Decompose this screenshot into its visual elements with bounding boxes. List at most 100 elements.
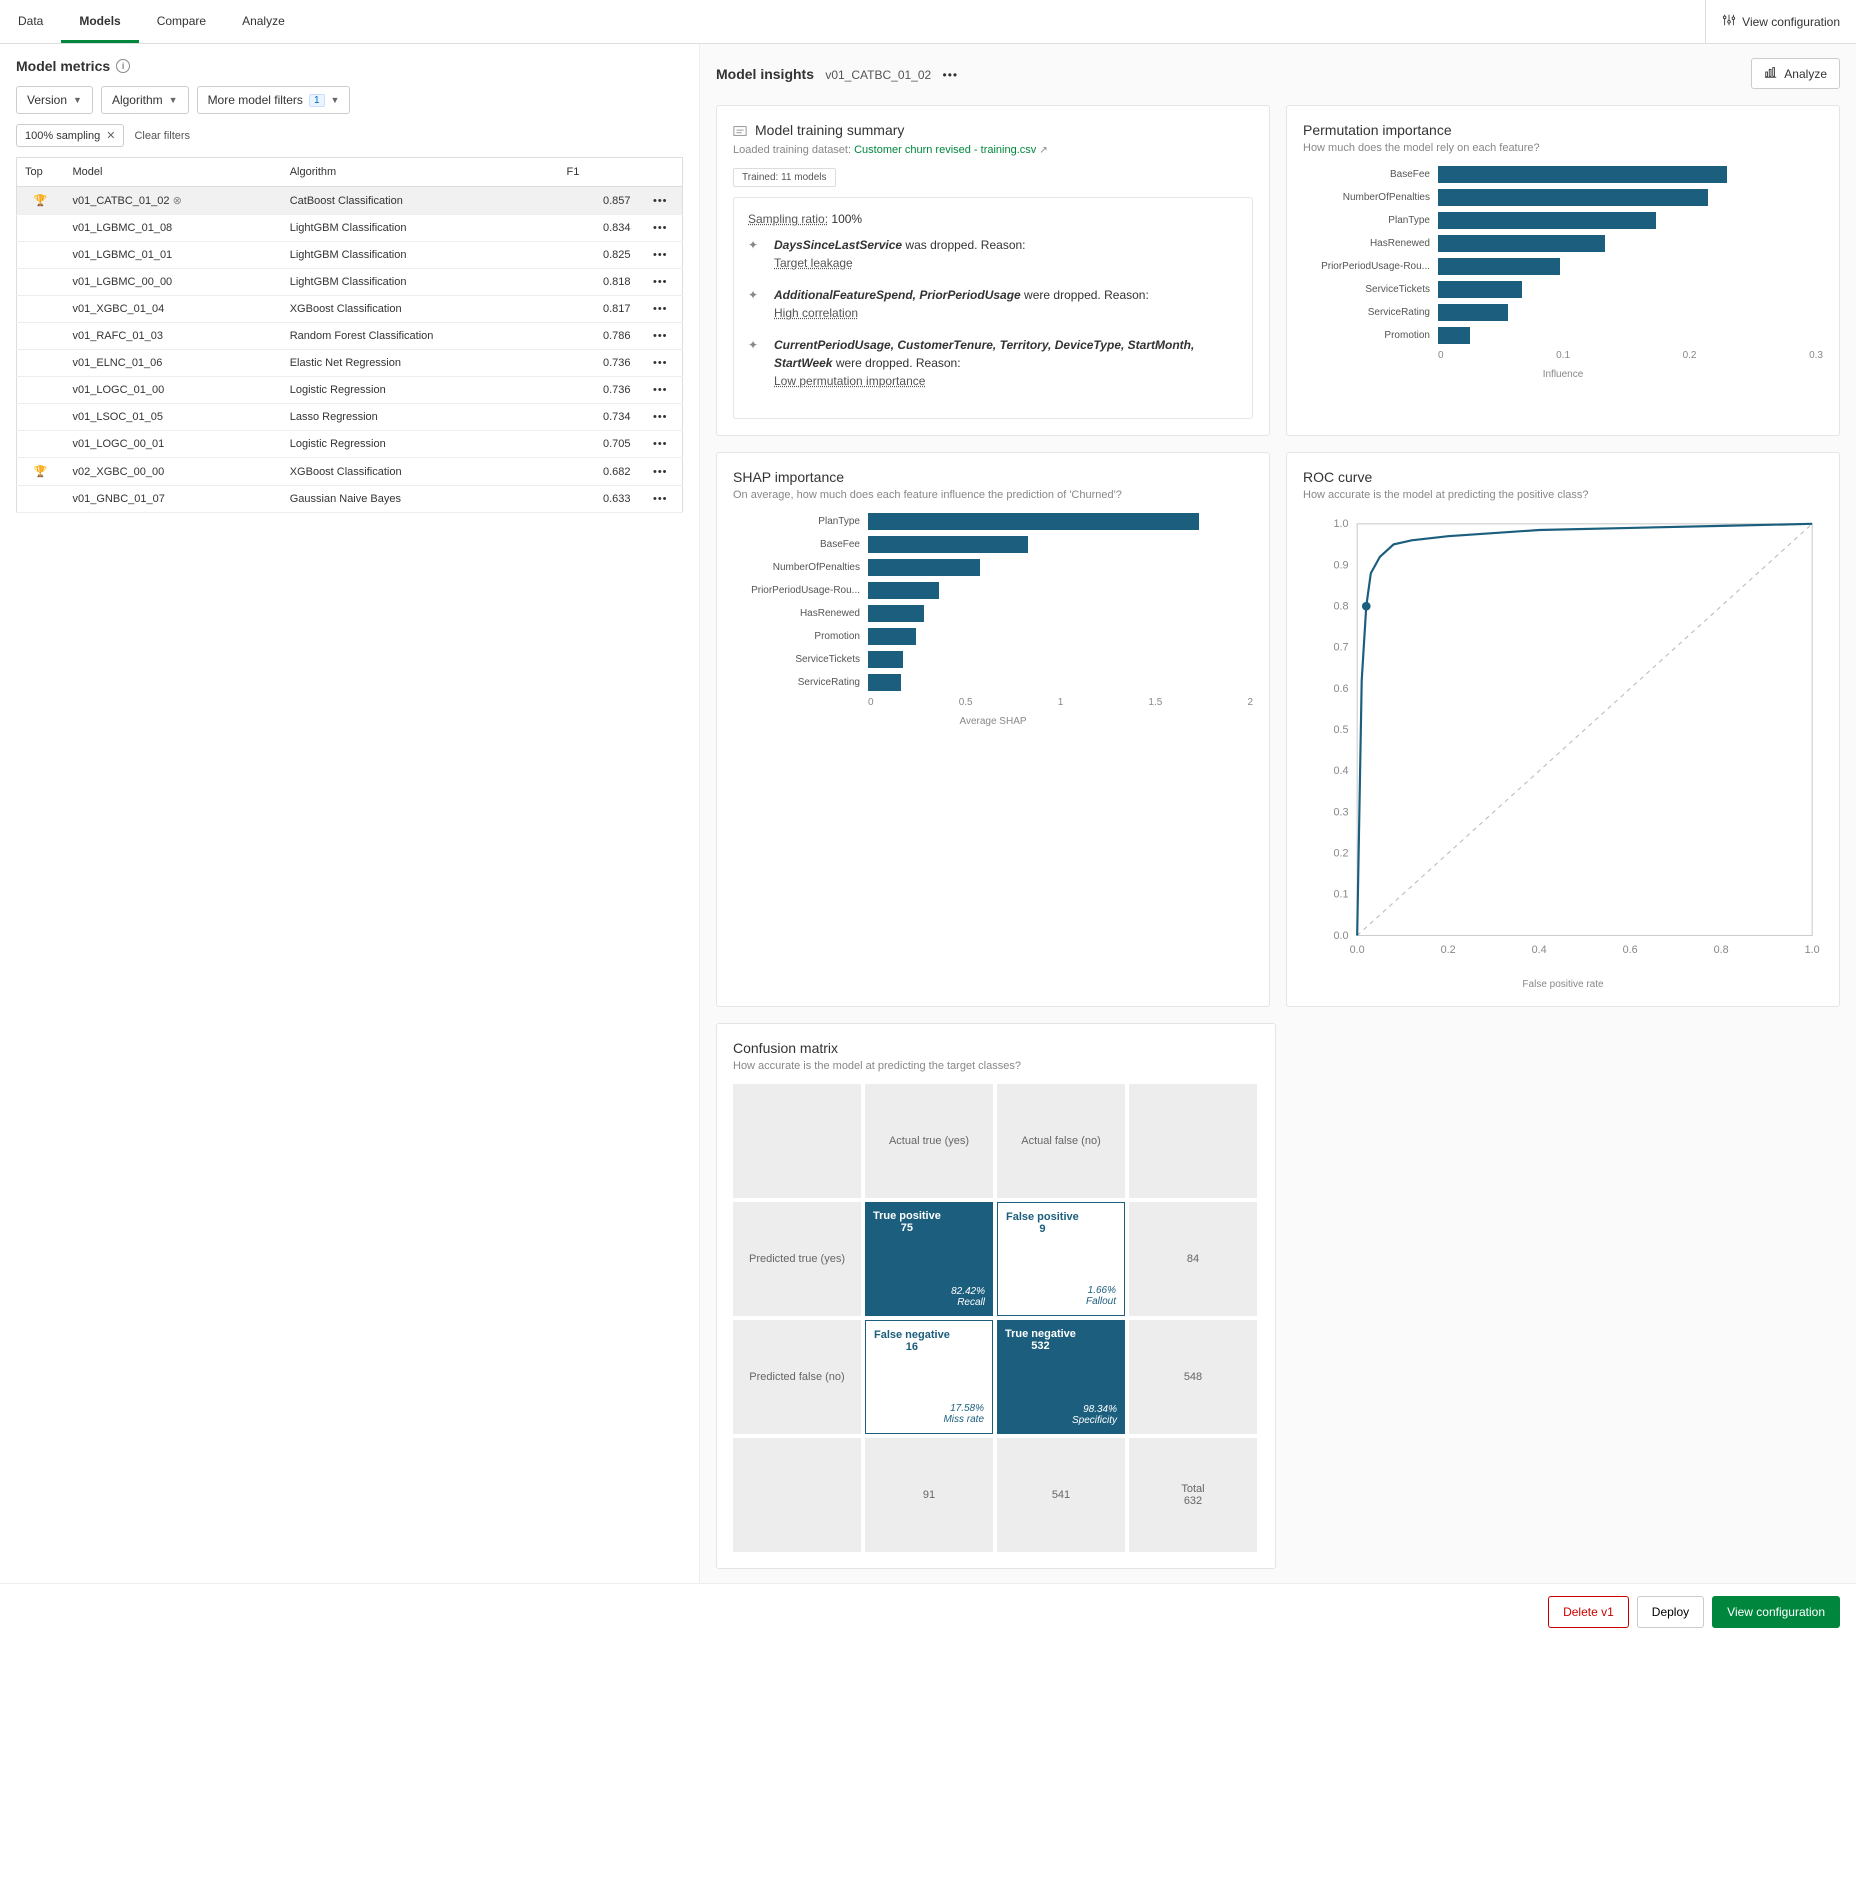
chart-bar-row: ServiceTickets xyxy=(1303,281,1823,298)
svg-text:0.2: 0.2 xyxy=(1441,944,1456,956)
table-row[interactable]: v01_LSOC_01_05 Lasso Regression0.734 ••• xyxy=(17,404,683,431)
col-head-f1[interactable]: F1 xyxy=(559,158,639,187)
tab-data[interactable]: Data xyxy=(0,0,61,43)
row-more-icon[interactable]: ••• xyxy=(653,493,668,505)
more-icon[interactable]: ••• xyxy=(943,68,959,82)
table-row[interactable]: v01_ELNC_01_06 Elastic Net Regression0.7… xyxy=(17,350,683,377)
svg-text:0.5: 0.5 xyxy=(1333,724,1348,736)
summary-icon xyxy=(733,124,747,141)
table-row[interactable]: v01_GNBC_01_07 Gaussian Naive Bayes0.633… xyxy=(17,486,683,513)
chevron-down-icon: ▼ xyxy=(169,95,178,105)
version-filter[interactable]: Version▼ xyxy=(16,86,93,114)
trophy-icon: 🏆 xyxy=(34,195,48,207)
table-row[interactable]: 🏆 v01_CATBC_01_02 ⊗ CatBoost Classificat… xyxy=(17,187,683,215)
chart-bar-row: BaseFee xyxy=(733,536,1253,553)
svg-text:0.7: 0.7 xyxy=(1333,642,1348,654)
table-row[interactable]: v01_LGBMC_01_01 LightGBM Classification0… xyxy=(17,242,683,269)
svg-text:0.8: 0.8 xyxy=(1714,944,1729,956)
table-row[interactable]: v01_LGBMC_01_08 LightGBM Classification0… xyxy=(17,215,683,242)
cm-actual-false: Actual false (no) xyxy=(997,1084,1125,1198)
training-summary-card: Model training summary Loaded training d… xyxy=(716,105,1270,436)
row-more-icon[interactable]: ••• xyxy=(653,195,668,207)
close-icon[interactable]: ✕ xyxy=(106,129,115,142)
sparkle-icon: ✦ xyxy=(748,336,764,390)
svg-text:0.6: 0.6 xyxy=(1333,683,1348,695)
open-icon[interactable]: ↗ xyxy=(1039,145,1047,156)
col-head-top[interactable]: Top xyxy=(17,158,65,187)
analyze-button[interactable]: Analyze xyxy=(1751,58,1840,89)
col-head-model[interactable]: Model xyxy=(65,158,282,187)
chart-bar-row: HasRenewed xyxy=(733,605,1253,622)
sparkle-icon: ✦ xyxy=(748,286,764,322)
target-icon: ⊗ xyxy=(173,195,182,207)
chevron-down-icon: ▼ xyxy=(73,95,82,105)
svg-text:0.4: 0.4 xyxy=(1532,944,1547,956)
chart-bar-row: Promotion xyxy=(1303,327,1823,344)
tab-models[interactable]: Models xyxy=(61,0,138,43)
footer-bar: Delete v1 Deploy View configuration xyxy=(0,1583,1856,1640)
chart-bar-row: ServiceTickets xyxy=(733,651,1253,668)
svg-text:1.0: 1.0 xyxy=(1333,518,1348,530)
clear-filters-link[interactable]: Clear filters xyxy=(134,130,190,142)
table-row[interactable]: v01_LGBMC_00_00 LightGBM Classification0… xyxy=(17,269,683,296)
svg-text:0.2: 0.2 xyxy=(1333,847,1348,859)
chart-bar-row: NumberOfPenalties xyxy=(733,559,1253,576)
chart-bar-row: PriorPeriodUsage-Rou... xyxy=(1303,258,1823,275)
svg-text:0.8: 0.8 xyxy=(1333,600,1348,612)
view-config-button[interactable]: View configuration xyxy=(1712,1596,1840,1628)
row-more-icon[interactable]: ••• xyxy=(653,276,668,288)
chart-bar-row: Promotion xyxy=(733,628,1253,645)
row-more-icon[interactable]: ••• xyxy=(653,330,668,342)
confusion-matrix-card: Confusion matrix How accurate is the mod… xyxy=(716,1023,1276,1569)
table-row[interactable]: v01_RAFC_01_03 Random Forest Classificat… xyxy=(17,323,683,350)
left-panel: Model metrics i Version▼ Algorithm▼ More… xyxy=(0,44,700,1583)
perm-importance-card: Permutation importance How much does the… xyxy=(1286,105,1840,436)
sparkle-icon: ✦ xyxy=(748,236,764,272)
row-more-icon[interactable]: ••• xyxy=(653,303,668,315)
row-more-icon[interactable]: ••• xyxy=(653,438,668,450)
cm-grand-total: Total632 xyxy=(1129,1438,1257,1552)
view-config-label: View configuration xyxy=(1742,15,1840,29)
cm-row1-total: 84 xyxy=(1129,1202,1257,1316)
dataset-link[interactable]: Customer churn revised - training.csv xyxy=(854,144,1036,156)
drop-item: ✦ DaysSinceLastService was dropped. Reas… xyxy=(748,236,1238,272)
algorithm-filter[interactable]: Algorithm▼ xyxy=(101,86,189,114)
table-row[interactable]: v01_LOGC_00_01 Logistic Regression0.705 … xyxy=(17,431,683,458)
chart-bar-row: PlanType xyxy=(1303,212,1823,229)
row-more-icon[interactable]: ••• xyxy=(653,222,668,234)
trophy-icon: 🏆 xyxy=(34,466,48,478)
table-row[interactable]: v01_LOGC_01_00 Logistic Regression0.736 … xyxy=(17,377,683,404)
tab-compare[interactable]: Compare xyxy=(139,0,224,43)
cm-actual-true: Actual true (yes) xyxy=(865,1084,993,1198)
filter-chip-sampling[interactable]: 100% sampling✕ xyxy=(16,124,124,147)
more-filters[interactable]: More model filters1▼ xyxy=(197,86,351,114)
filter-count-badge: 1 xyxy=(309,94,325,107)
top-tabs-bar: DataModelsCompareAnalyze View configurat… xyxy=(0,0,1856,44)
svg-text:0.6: 0.6 xyxy=(1623,944,1638,956)
chart-bar-row: BaseFee xyxy=(1303,166,1823,183)
table-row[interactable]: v01_XGBC_01_04 XGBoost Classification0.8… xyxy=(17,296,683,323)
row-more-icon[interactable]: ••• xyxy=(653,357,668,369)
chart-bar-row: NumberOfPenalties xyxy=(1303,189,1823,206)
shap-importance-card: SHAP importance On average, how much doe… xyxy=(716,452,1270,1007)
deploy-button[interactable]: Deploy xyxy=(1637,1596,1704,1628)
roc-chart: 0.00.10.20.30.40.50.60.70.80.91.00.00.20… xyxy=(1303,513,1823,968)
drop-item: ✦ AdditionalFeatureSpend, PriorPeriodUsa… xyxy=(748,286,1238,322)
tab-analyze[interactable]: Analyze xyxy=(224,0,303,43)
row-more-icon[interactable]: ••• xyxy=(653,249,668,261)
tab-group: DataModelsCompareAnalyze xyxy=(0,0,303,43)
table-row[interactable]: 🏆 v02_XGBC_00_00 XGBoost Classification0… xyxy=(17,458,683,486)
chart-bar-row: PlanType xyxy=(733,513,1253,530)
row-more-icon[interactable]: ••• xyxy=(653,466,668,478)
chart-bar-row: PriorPeriodUsage-Rou... xyxy=(733,582,1253,599)
cm-row2-total: 548 xyxy=(1129,1320,1257,1434)
delete-button[interactable]: Delete v1 xyxy=(1548,1596,1629,1628)
row-more-icon[interactable]: ••• xyxy=(653,384,668,396)
model-metrics-title: Model metrics i xyxy=(16,58,683,74)
col-head-algo[interactable]: Algorithm xyxy=(282,158,559,187)
info-icon[interactable]: i xyxy=(116,59,130,73)
view-configuration-button[interactable]: View configuration xyxy=(1705,0,1856,43)
cm-pred-false: Predicted false (no) xyxy=(733,1320,861,1434)
row-more-icon[interactable]: ••• xyxy=(653,411,668,423)
cm-tp: True positive75 82.42%Recall xyxy=(865,1202,993,1316)
